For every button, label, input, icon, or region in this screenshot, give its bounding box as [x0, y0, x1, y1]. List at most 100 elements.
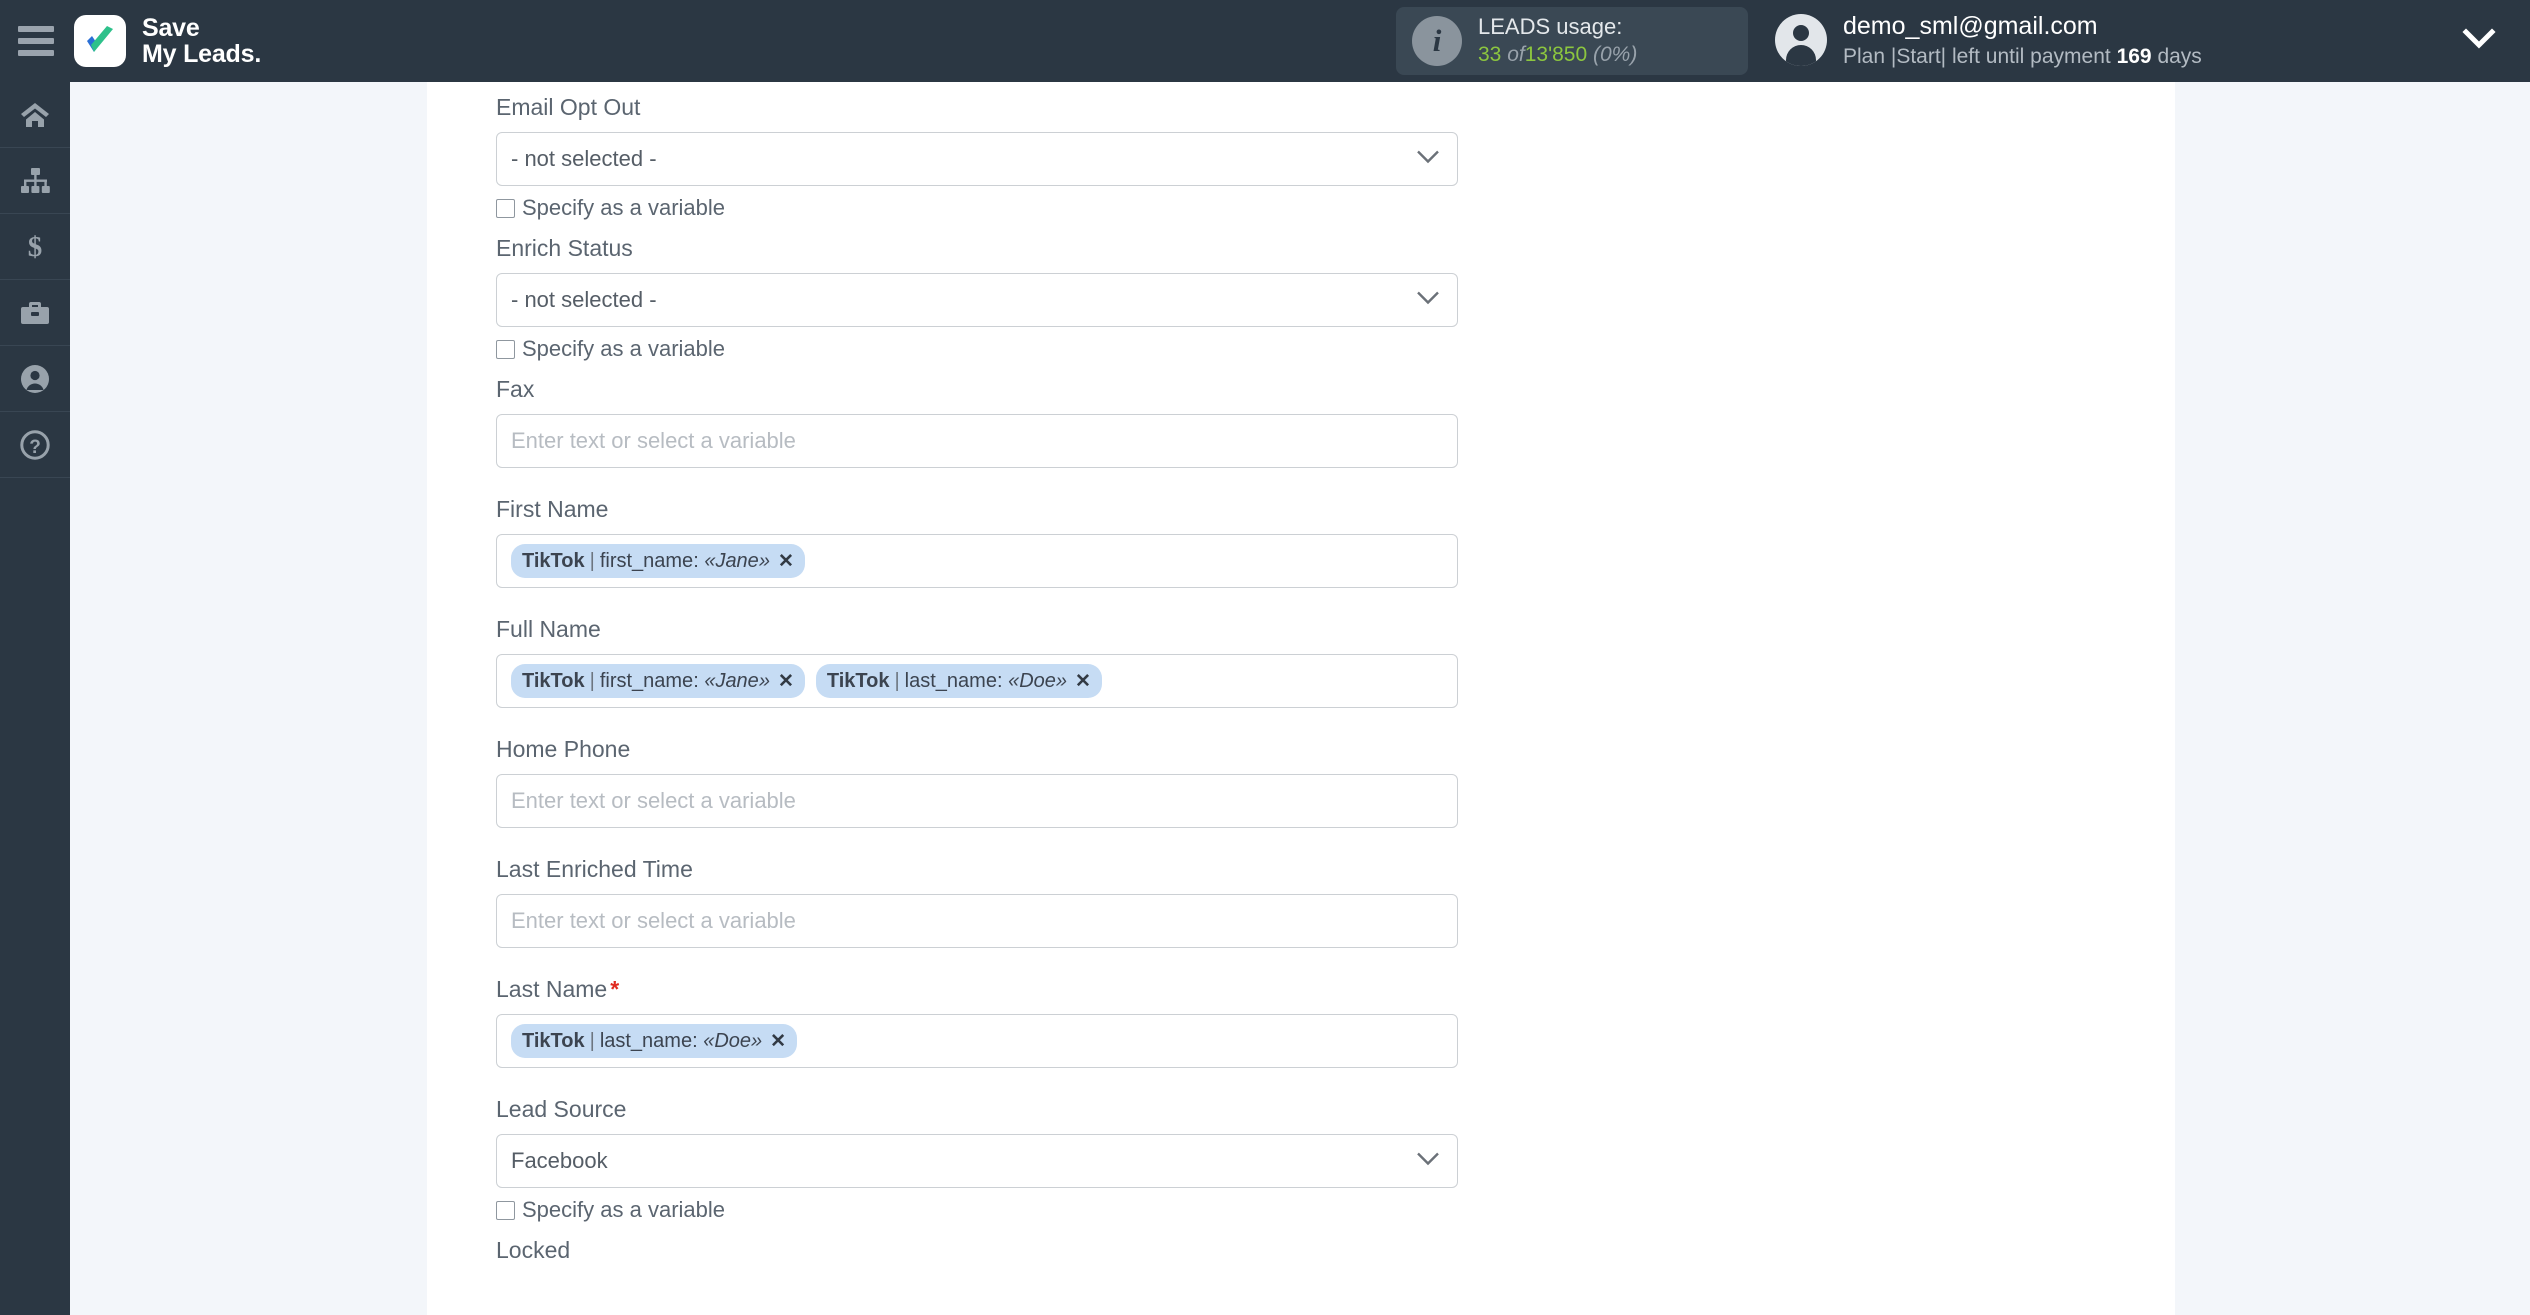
specify-variable-checkbox[interactable]	[496, 198, 515, 218]
user-circle-icon	[20, 364, 50, 394]
user-avatar-icon	[1775, 13, 1827, 66]
leads-usage-value: 33 of13'850 (0%)	[1478, 42, 1637, 69]
input-placeholder: Enter text or select a variable	[511, 908, 796, 933]
chip-source: TikTok	[522, 1029, 585, 1052]
info-icon: i	[1412, 16, 1462, 66]
field-email-opt-out: Email Opt Out - not selected - Specify a…	[496, 94, 1496, 221]
select-value: - not selected -	[511, 146, 657, 171]
variable-chip[interactable]: TikTok | first_name: «Jane» ✕	[511, 544, 805, 578]
field-last-name: Last Name * TikTok | last_name: «Doe» ✕	[496, 976, 1496, 1096]
chip-remove-icon[interactable]: ✕	[1075, 670, 1091, 693]
chip-field: last_name	[599, 1029, 693, 1052]
checkbox-label: Specify as a variable	[522, 195, 725, 220]
plan-prefix: Plan |Start| left until payment	[1843, 44, 2111, 68]
chip-remove-icon[interactable]: ✕	[778, 550, 794, 573]
chevron-down-icon	[1415, 290, 1441, 311]
leads-usage-title: LEADS usage:	[1478, 14, 1623, 40]
required-asterisk: *	[610, 976, 620, 1002]
chevron-down-icon	[1415, 1151, 1441, 1172]
lead-source-select[interactable]: Facebook	[496, 1134, 1458, 1188]
account-menu[interactable]: demo_sml@gmail.com Plan |Start| left unt…	[1775, 10, 2202, 70]
dollar-icon: $	[20, 232, 50, 262]
field-label: Email Opt Out	[496, 94, 641, 120]
sidebar-item-account[interactable]	[0, 346, 70, 412]
account-plan-info: Plan |Start| left until payment 169 days	[1843, 43, 2202, 70]
specify-as-variable-row[interactable]: Specify as a variable	[496, 195, 1496, 221]
leads-percent: (0%)	[1592, 42, 1638, 66]
hamburger-icon[interactable]	[18, 26, 54, 56]
chip-field: first_name	[599, 669, 694, 692]
field-mapping-form: Email Opt Out - not selected - Specify a…	[496, 82, 1496, 1275]
sidebar-item-business[interactable]	[0, 280, 70, 346]
chip-field: first_name	[599, 549, 694, 572]
variable-chip[interactable]: TikTok | last_name: «Doe» ✕	[815, 664, 1102, 698]
chip-source: TikTok	[522, 669, 585, 692]
field-fax: Fax Enter text or select a variable	[496, 376, 1496, 496]
checkbox-label: Specify as a variable	[522, 1197, 725, 1222]
variable-chip[interactable]: TikTok | first_name: «Jane» ✕	[511, 664, 805, 698]
last-enriched-time-input[interactable]: Enter text or select a variable	[496, 894, 1458, 948]
leads-of-label: of	[1507, 42, 1525, 66]
plan-days: 169	[2116, 44, 2152, 68]
full-name-input[interactable]: TikTok | first_name: «Jane» ✕ TikTok | last_n…	[496, 654, 1458, 708]
field-home-phone: Home Phone Enter text or select a variab…	[496, 736, 1496, 856]
sitemap-icon	[20, 167, 50, 195]
content-card: Email Opt Out - not selected - Specify a…	[427, 82, 2175, 1315]
field-label: First Name	[496, 496, 609, 522]
email-opt-out-select[interactable]: - not selected -	[496, 132, 1458, 186]
logo-line-1: Save	[142, 13, 200, 42]
chip-value: «Doe»	[703, 1029, 763, 1052]
top-header: Save My Leads. i LEADS usage: 33 of13'85…	[0, 0, 2530, 82]
chip-value: «Jane»	[704, 549, 770, 572]
question-circle-icon: ?	[20, 429, 50, 460]
specify-variable-checkbox[interactable]	[496, 339, 515, 359]
field-locked: Locked	[496, 1237, 1496, 1264]
field-label: Full Name	[496, 616, 601, 642]
last-name-input[interactable]: TikTok | last_name: «Doe» ✕	[496, 1014, 1458, 1068]
sidebar-item-home[interactable]	[0, 82, 70, 148]
enrich-status-select[interactable]: - not selected -	[496, 273, 1458, 327]
specify-as-variable-row[interactable]: Specify as a variable	[496, 1197, 1496, 1223]
input-placeholder: Enter text or select a variable	[511, 788, 796, 813]
field-label: Fax	[496, 376, 535, 402]
logo-text[interactable]: Save My Leads.	[142, 13, 261, 68]
input-placeholder: Enter text or select a variable	[511, 428, 796, 453]
chip-field: last_name	[904, 669, 997, 692]
leads-usage-badge[interactable]: i LEADS usage: 33 of13'850 (0%)	[1396, 7, 1748, 75]
field-label: Enrich Status	[496, 235, 633, 261]
checkbox-label: Specify as a variable	[522, 336, 725, 361]
leads-total: 13'850	[1524, 42, 1588, 66]
field-label: Locked	[496, 1237, 571, 1263]
sidebar-item-help[interactable]: ?	[0, 412, 70, 478]
field-first-name: First Name TikTok | first_name: «Jane» ✕	[496, 496, 1496, 616]
chip-remove-icon[interactable]: ✕	[770, 1030, 786, 1053]
svg-text:$: $	[28, 232, 43, 262]
chip-source: TikTok	[522, 549, 585, 572]
chevron-down-icon	[1415, 149, 1441, 170]
field-label: Home Phone	[496, 736, 631, 762]
variable-chip[interactable]: TikTok | last_name: «Doe» ✕	[511, 1024, 798, 1058]
chip-value: «Doe»	[1008, 669, 1068, 692]
field-label: Last Enriched Time	[496, 856, 693, 882]
logo-icon[interactable]	[74, 15, 126, 67]
field-last-enriched-time: Last Enriched Time Enter text or select …	[496, 856, 1496, 976]
home-phone-input[interactable]: Enter text or select a variable	[496, 774, 1458, 828]
sidebar-item-connections[interactable]	[0, 148, 70, 214]
briefcase-icon	[20, 299, 50, 327]
chip-value: «Jane»	[704, 669, 770, 692]
sidebar-item-billing[interactable]: $	[0, 214, 70, 280]
first-name-input[interactable]: TikTok | first_name: «Jane» ✕	[496, 534, 1458, 588]
specify-as-variable-row[interactable]: Specify as a variable	[496, 336, 1496, 362]
leads-used: 33	[1478, 42, 1502, 66]
specify-variable-checkbox[interactable]	[496, 1200, 515, 1220]
left-sidebar: $ ?	[0, 82, 70, 1315]
account-email: demo_sml@gmail.com	[1843, 12, 2098, 40]
chevron-down-icon[interactable]	[2462, 26, 2496, 57]
svg-text:?: ?	[29, 437, 41, 458]
fax-input[interactable]: Enter text or select a variable	[496, 414, 1458, 468]
field-lead-source: Lead Source Facebook Specify as a variab…	[496, 1096, 1496, 1223]
field-full-name: Full Name TikTok | first_name: «Jane» ✕ Tik…	[496, 616, 1496, 736]
chip-remove-icon[interactable]: ✕	[778, 670, 794, 693]
home-icon	[20, 101, 50, 129]
field-label: Lead Source	[496, 1096, 627, 1122]
